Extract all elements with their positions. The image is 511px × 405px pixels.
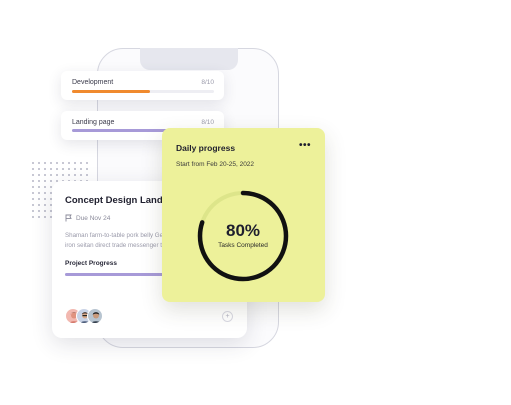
progress-fill [72,129,178,132]
more-dots-icon[interactable]: ••• [299,141,311,151]
assignee-avatars[interactable] [65,308,103,324]
progress-card-count: 8/10 [201,79,214,86]
progress-card-development[interactable]: Development 8/10 [61,71,224,100]
progress-fill [72,90,151,93]
flag-icon [65,214,72,222]
progress-card-count: 8/10 [201,119,214,126]
avatar[interactable] [87,308,103,324]
due-date-text: Due Nov 24 [76,214,111,222]
completion-percent: 80% [225,221,261,240]
progress-track [72,90,214,93]
phone-notch [140,48,238,70]
plus-icon[interactable]: + [222,311,233,322]
progress-card-label: Development [72,79,114,86]
daily-progress-card[interactable]: Daily progress Start from Feb 20-25, 202… [162,128,325,302]
completion-caption: Tasks Completed [218,242,268,249]
daily-progress-date-range: Start from Feb 20-25, 2022 [176,161,255,168]
daily-progress-title: Daily progress [176,143,236,153]
progress-card-label: Landing page [72,119,115,126]
